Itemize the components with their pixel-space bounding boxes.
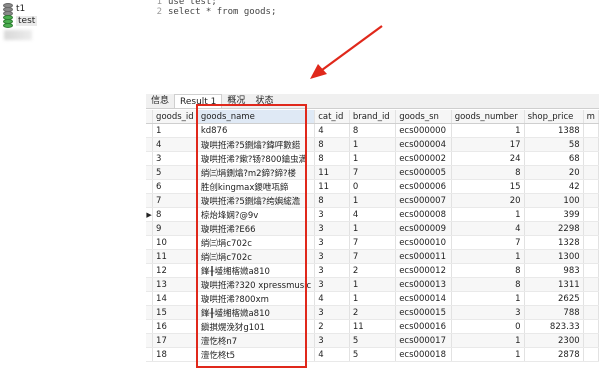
annotation-arrow-icon xyxy=(310,25,383,79)
